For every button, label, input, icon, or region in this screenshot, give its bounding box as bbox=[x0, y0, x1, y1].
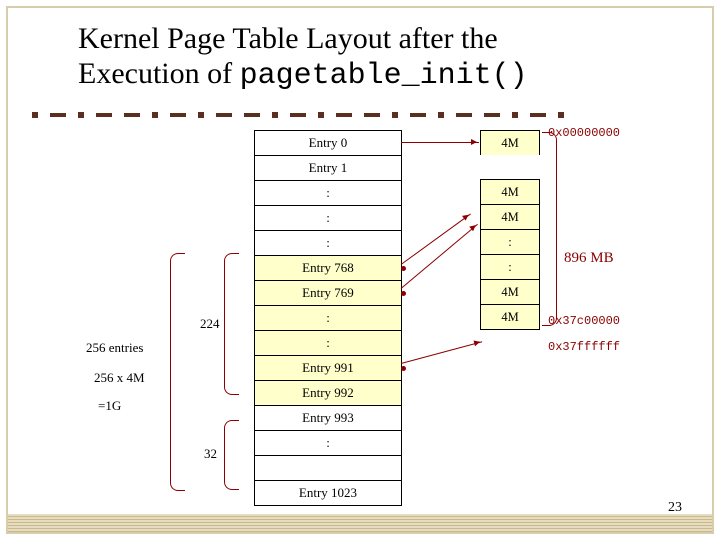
brace-256 bbox=[170, 253, 185, 491]
title-line2a: Execution of bbox=[78, 57, 240, 90]
pt-row: : bbox=[255, 431, 401, 456]
pt-row: : bbox=[255, 331, 401, 356]
memory-column: 4M 4M 4M : : 4M 4M bbox=[480, 130, 540, 330]
brace-224 bbox=[224, 253, 239, 395]
slide-frame: Kernel Page Table Layout after the Execu… bbox=[6, 6, 714, 534]
mem-cell: 4M bbox=[480, 130, 540, 155]
page-number: 23 bbox=[668, 500, 682, 516]
label-eq1g: =1G bbox=[98, 398, 121, 414]
mem-cell: 4M bbox=[480, 204, 540, 229]
pt-row: Entry 769 bbox=[255, 281, 401, 306]
mem-cell: : bbox=[480, 229, 540, 254]
arrow bbox=[401, 142, 479, 143]
arrow-origin-dot bbox=[401, 366, 406, 371]
brace-mem bbox=[542, 132, 557, 326]
pt-row: Entry 993 bbox=[255, 406, 401, 431]
mem-cell: 4M bbox=[480, 179, 540, 204]
mem-cell: 4M bbox=[480, 279, 540, 304]
mem-cell: 4M bbox=[480, 304, 540, 330]
mem-cell: : bbox=[480, 254, 540, 279]
addr-bot: 0x37ffffff bbox=[548, 340, 620, 354]
pt-row: Entry 1 bbox=[255, 156, 401, 181]
mb-label: 896 MB bbox=[564, 250, 614, 267]
slide-title: Kernel Page Table Layout after the Execu… bbox=[78, 22, 528, 93]
pt-row: Entry 1023 bbox=[255, 481, 401, 505]
pt-row: Entry 0 bbox=[255, 131, 401, 156]
arrow-origin-dot bbox=[401, 291, 406, 296]
pt-row: Entry 991 bbox=[255, 356, 401, 381]
label-256x4m: 256 x 4M bbox=[94, 370, 145, 386]
pt-row: : bbox=[255, 181, 401, 206]
label-32: 32 bbox=[204, 446, 217, 462]
label-224: 224 bbox=[200, 316, 220, 332]
arrow bbox=[401, 341, 482, 364]
pt-row: : bbox=[255, 231, 401, 256]
addr-top: 0x00000000 bbox=[548, 126, 620, 140]
page-table: Entry 0 Entry 1 : : : Entry 768 Entry 76… bbox=[254, 130, 402, 506]
label-256entries: 256 entries bbox=[86, 340, 143, 356]
pt-row: : bbox=[255, 206, 401, 231]
pt-row: Entry 992 bbox=[255, 381, 401, 406]
pt-row bbox=[255, 456, 401, 481]
bottom-texture bbox=[8, 514, 712, 532]
addr-mid: 0x37c00000 bbox=[548, 314, 620, 328]
pt-row: Entry 768 bbox=[255, 256, 401, 281]
title-code: pagetable_init() bbox=[240, 59, 528, 93]
pt-row: : bbox=[255, 306, 401, 331]
brace-32 bbox=[224, 420, 239, 490]
arrow-origin-dot bbox=[401, 266, 406, 271]
divider bbox=[32, 106, 688, 112]
title-line1: Kernel Page Table Layout after the bbox=[78, 22, 498, 55]
